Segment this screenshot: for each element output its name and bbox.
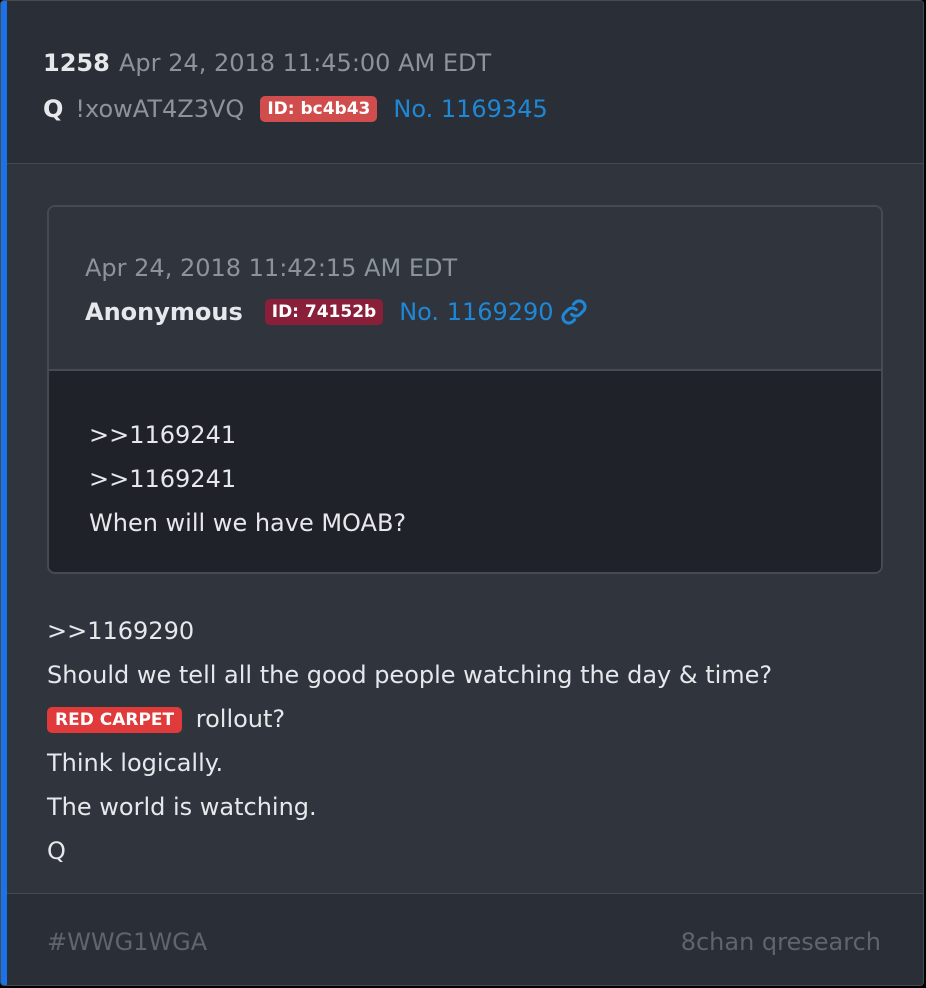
red-carpet-line: RED CARPET rollout? xyxy=(47,697,772,741)
quoted-post: Apr 24, 2018 11:42:15 AM EDT Anonymous I… xyxy=(47,205,883,574)
signature: Q xyxy=(47,837,66,865)
post-number-link[interactable]: No. 1169345 xyxy=(393,95,547,123)
q-post-card: 1258 Apr 24, 2018 11:45:00 AM EDT Q !xow… xyxy=(0,0,924,986)
post-number: 1258 xyxy=(43,49,110,77)
source-label: 8chan qresearch xyxy=(680,928,881,956)
body-text-line: Think logically. xyxy=(47,749,224,777)
quoted-author-name: Anonymous xyxy=(85,298,243,326)
post-header: 1258 Apr 24, 2018 11:45:00 AM EDT Q !xow… xyxy=(7,1,923,164)
quoted-post-date: Apr 24, 2018 11:42:15 AM EDT xyxy=(85,254,458,282)
hashtag: #WWG1WGA xyxy=(47,928,208,956)
author-row: Q !xowAT4Z3VQ ID: bc4b43 No. 1169345 xyxy=(43,93,548,125)
post-date: Apr 24, 2018 11:45:00 AM EDT xyxy=(119,49,492,77)
quoted-id-badge: ID: 74152b xyxy=(264,299,384,325)
quoted-reply-link[interactable]: >>1169241 xyxy=(89,457,406,501)
author-name: Q xyxy=(43,95,64,123)
reply-link[interactable]: >>1169290 xyxy=(47,609,772,653)
quoted-post-number-link[interactable]: No. 1169290 xyxy=(399,298,553,326)
post-footer: #WWG1WGA 8chan qresearch xyxy=(7,893,923,985)
quoted-reply-link[interactable]: >>1169241 xyxy=(89,413,406,457)
post-body: >>1169290 Should we tell all the good pe… xyxy=(47,609,772,873)
quoted-author-row: Anonymous ID: 74152b No. 1169290 xyxy=(85,296,588,328)
id-badge: ID: bc4b43 xyxy=(260,96,378,122)
quoted-body-text: When will we have MOAB? xyxy=(89,509,407,537)
red-carpet-tag: RED CARPET xyxy=(47,707,183,733)
quoted-post-header: Apr 24, 2018 11:42:15 AM EDT Anonymous I… xyxy=(49,207,881,371)
body-text-line: Should we tell all the good people watch… xyxy=(47,661,773,689)
quoted-post-body: >>1169241 >>1169241 When will we have MO… xyxy=(89,413,406,545)
body-text-line: The world is watching. xyxy=(47,793,317,821)
tripcode: !xowAT4Z3VQ xyxy=(75,95,245,123)
link-icon[interactable] xyxy=(560,298,588,326)
red-carpet-suffix: rollout? xyxy=(188,705,286,733)
